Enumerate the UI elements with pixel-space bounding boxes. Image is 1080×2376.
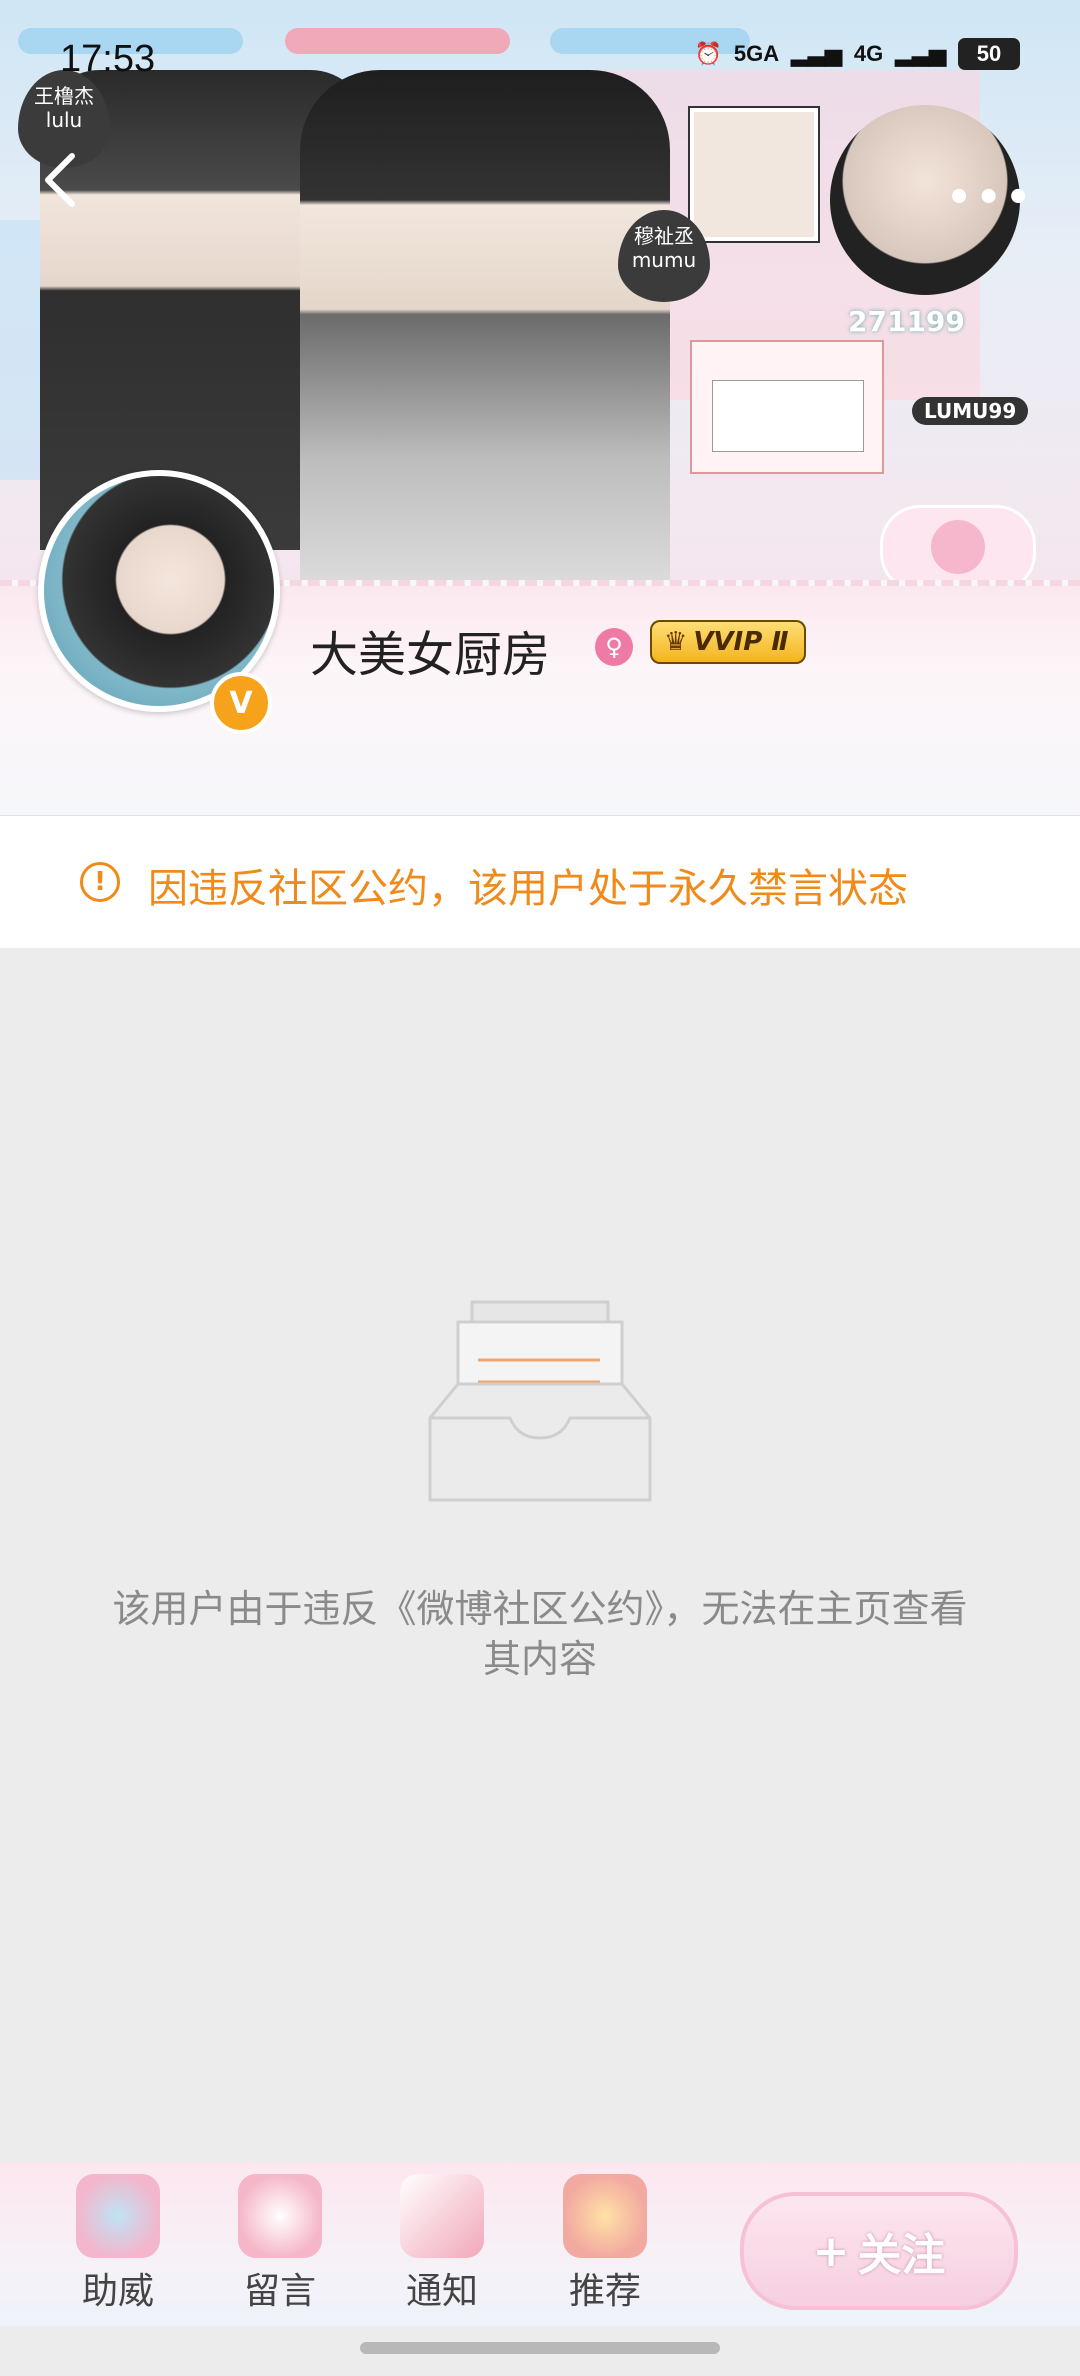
more-options-icon[interactable]: ••• bbox=[946, 175, 1035, 221]
tab-cheer[interactable]: 助威 bbox=[58, 2174, 178, 2314]
tab-label: 推荐 bbox=[568, 2271, 641, 2312]
cover-photo-person-center bbox=[300, 70, 670, 590]
signal-icon: ▂▃▅ bbox=[895, 41, 946, 66]
bottom-action-bar: 助威 留言 通知 推荐 + 关注 bbox=[0, 2162, 1080, 2326]
tab-label: 留言 bbox=[243, 2271, 316, 2312]
home-indicator[interactable] bbox=[360, 2342, 720, 2354]
back-icon[interactable] bbox=[40, 150, 80, 210]
notice-book-icon bbox=[400, 2174, 484, 2258]
plus-icon: + bbox=[812, 2225, 850, 2277]
battery-icon: 50 bbox=[958, 38, 1020, 70]
tab-recommend[interactable]: 推荐 bbox=[545, 2174, 665, 2314]
tab-notice[interactable]: 通知 bbox=[382, 2174, 502, 2314]
cover-number-text: 271199 bbox=[848, 305, 965, 338]
verified-badge: V bbox=[210, 672, 272, 734]
network-4g-label: 4G bbox=[853, 41, 884, 66]
message-icon bbox=[238, 2174, 322, 2258]
cover-badge: LUMU99 bbox=[912, 397, 1029, 425]
cheer-icon bbox=[76, 2174, 160, 2258]
cover-photo-frame bbox=[690, 108, 818, 241]
alarm-icon: ⏰ bbox=[694, 41, 722, 66]
ban-notice-banner: ! 因违反社区公约，该用户处于永久禁言状态 bbox=[0, 815, 1080, 948]
cover-hanging-sign bbox=[690, 340, 884, 474]
follow-button[interactable]: + 关注 bbox=[740, 2192, 1018, 2310]
status-icons: ⏰ 5GA ▂▃▅ 4G ▂▃▅ 50 bbox=[694, 38, 1020, 70]
empty-state-message: 该用户由于违反《微博社区公约》，无法在主页查看其内容 bbox=[112, 1587, 968, 1681]
empty-inbox-icon bbox=[428, 1300, 652, 1502]
status-time: 17:53 bbox=[60, 38, 156, 80]
username: 大美女厨房 bbox=[310, 627, 551, 683]
cover-sign-card bbox=[712, 380, 864, 452]
follow-label: 关注 bbox=[857, 2230, 946, 2281]
vvip-badge[interactable]: ♛ VVIP Ⅱ bbox=[650, 620, 807, 664]
crown-icon: ♛ bbox=[664, 627, 688, 657]
tab-label: 通知 bbox=[405, 2271, 478, 2312]
recommend-icon bbox=[563, 2174, 647, 2258]
ban-notice-text: 因违反社区公约，该用户处于永久禁言状态 bbox=[148, 866, 908, 912]
warning-icon: ! bbox=[80, 862, 120, 902]
decor-stripe bbox=[285, 28, 510, 54]
vvip-label: VVIP Ⅱ bbox=[693, 627, 789, 657]
female-gender-icon: ♀ bbox=[595, 628, 633, 666]
tab-label: 助威 bbox=[81, 2271, 154, 2312]
signal-icon: ▂▃▅ bbox=[791, 41, 842, 66]
candy-decoration bbox=[880, 505, 1036, 590]
network-5ga-label: 5GA bbox=[733, 41, 780, 66]
tab-message[interactable]: 留言 bbox=[220, 2174, 340, 2314]
